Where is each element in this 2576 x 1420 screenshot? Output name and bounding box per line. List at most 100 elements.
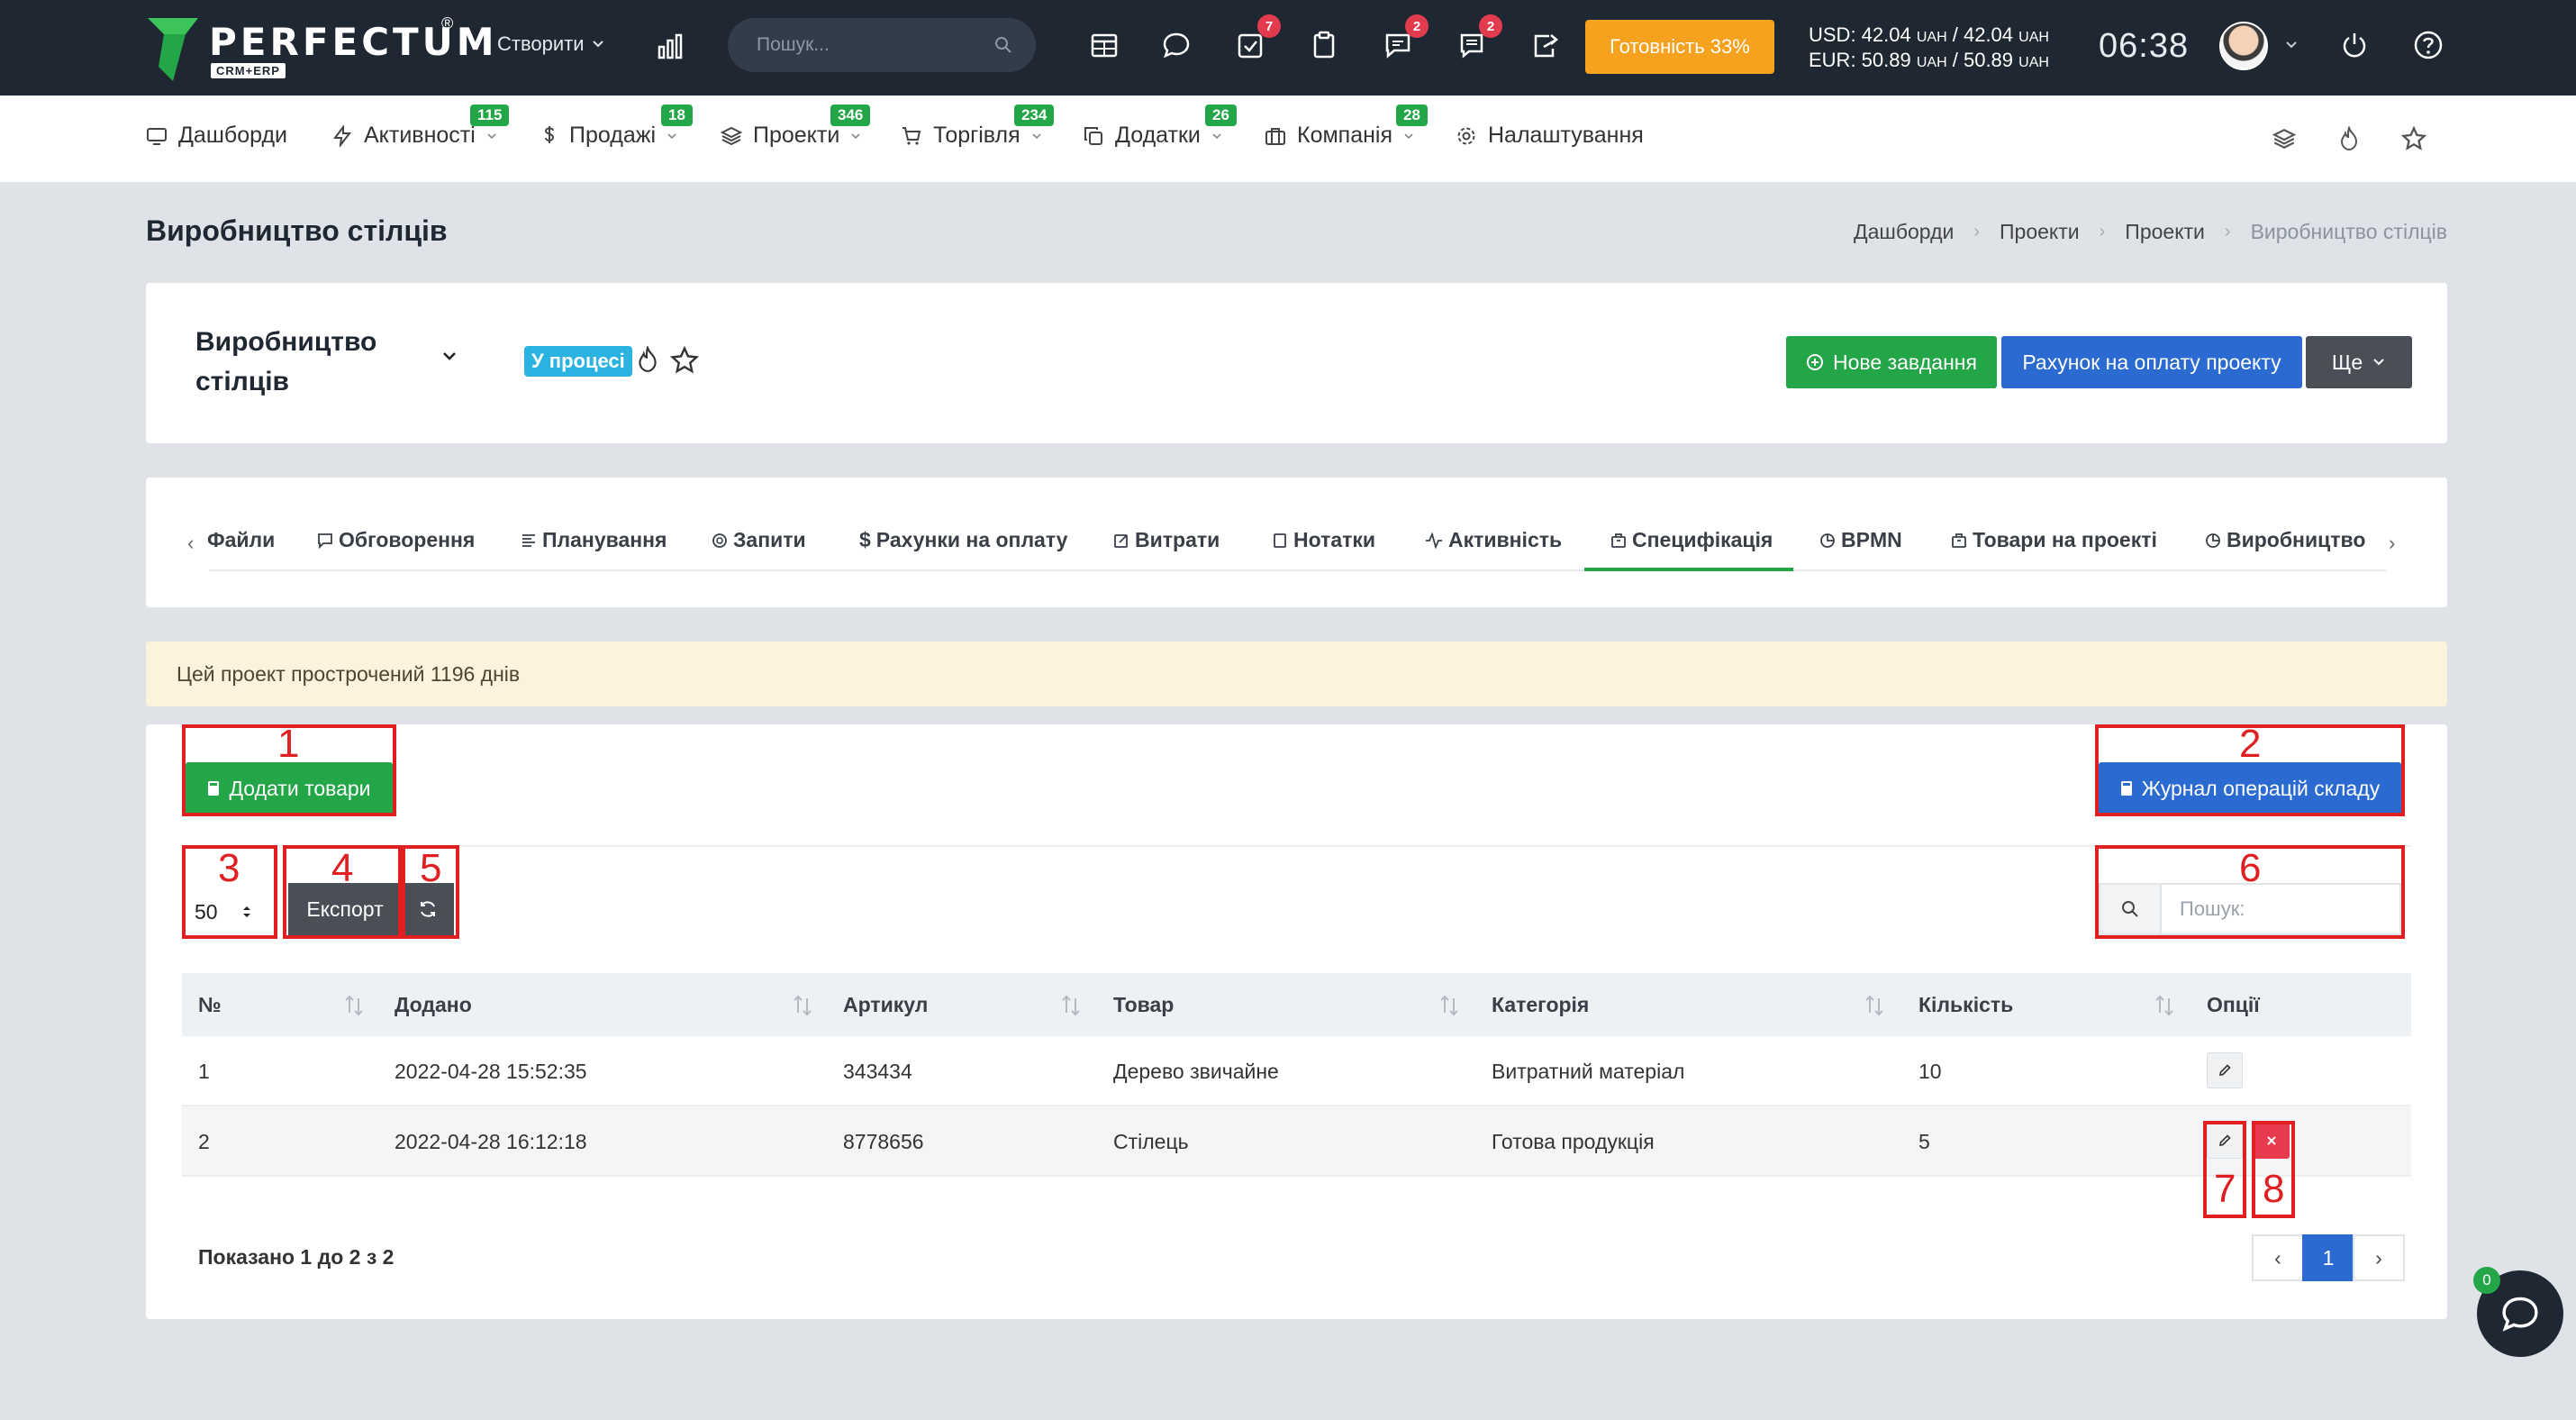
nav-label: Компанія <box>1297 123 1392 148</box>
table-header: № Додано Артикул Товар Категорія Кількіс… <box>182 973 2411 1036</box>
power-icon[interactable] <box>2336 27 2372 63</box>
column-header-category[interactable]: Категорія <box>1492 973 1589 1036</box>
column-header-sku[interactable]: Артикул <box>843 973 928 1036</box>
annotation-label-2: 2 <box>2239 722 2262 766</box>
nav-badge: 234 <box>1014 105 1055 126</box>
messages-icon[interactable]: 2 <box>1380 14 1429 63</box>
fire-icon[interactable] <box>636 346 659 373</box>
breadcrumb-item-projects[interactable]: Проекти <box>2000 220 2080 244</box>
book-icon <box>1274 532 1286 548</box>
clock: 06:38 <box>2099 27 2190 65</box>
column-header-number[interactable]: № <box>198 973 222 1036</box>
sort-icon[interactable] <box>1864 993 1884 1018</box>
overdue-alert: Цей проект прострочений 1196 днів <box>146 642 2447 706</box>
create-dropdown[interactable]: Створити <box>497 32 604 56</box>
project-invoice-button[interactable]: Рахунок на оплату проекту <box>2001 336 2302 388</box>
tab-expenses[interactable]: Витрати <box>1113 528 1220 552</box>
global-search[interactable] <box>728 18 1036 72</box>
nav-badge: 18 <box>661 105 693 126</box>
sort-icon[interactable] <box>2154 993 2174 1018</box>
tab-project-goods[interactable]: Товари на проекті <box>1951 528 2157 552</box>
help-icon[interactable] <box>2410 27 2446 63</box>
tab-production[interactable]: Виробництво <box>2205 528 2365 552</box>
tasks-check-icon[interactable]: 7 <box>1232 14 1281 63</box>
annotation-label-4: 4 <box>331 846 354 890</box>
chat-bubble-icon[interactable] <box>1158 27 1194 63</box>
sort-icon[interactable] <box>344 993 364 1018</box>
logo[interactable]: PERFECTUM ® CRM+ERP <box>146 14 494 83</box>
more-dropdown-button[interactable]: Ще <box>2306 336 2412 388</box>
project-name[interactable]: Виробництво стілців <box>195 323 376 402</box>
reports-chart-icon[interactable] <box>652 29 688 65</box>
sort-icon[interactable] <box>1439 993 1459 1018</box>
share-export-icon[interactable] <box>1528 27 1564 63</box>
nav-item-trade[interactable]: Торгівля 234 <box>901 105 1055 149</box>
nav-item-addons[interactable]: Додатки 26 <box>1083 105 1237 149</box>
star-icon[interactable] <box>2398 123 2430 155</box>
new-task-button[interactable]: Нове завдання <box>1786 336 1997 388</box>
cell-number: 2 <box>198 1129 210 1153</box>
star-icon[interactable] <box>670 346 699 375</box>
cart-icon <box>903 126 921 145</box>
nav-item-settings[interactable]: Налаштування <box>1456 123 1644 149</box>
specification-card: Додати товари Журнал операцій складу 50 … <box>146 724 2447 1319</box>
annotation-label-7: 7 <box>2214 1167 2236 1211</box>
tab-bpmn[interactable]: BPMN <box>1819 528 1902 552</box>
edit-row-button[interactable] <box>2207 1052 2243 1088</box>
tab-notes[interactable]: Нотатки <box>1272 528 1375 552</box>
tab-activity[interactable]: Активність <box>1425 528 1562 552</box>
column-header-product[interactable]: Товар <box>1113 973 1174 1036</box>
tabs-scroll-left-icon[interactable]: ‹ <box>187 532 194 555</box>
tab-planning[interactable]: Планування <box>521 528 667 552</box>
table-row: 2 2022-04-28 16:12:18 8778656 Стілець Го… <box>182 1106 2411 1177</box>
edit-square-icon <box>1114 533 1128 548</box>
chevron-down-icon <box>2373 359 2384 366</box>
project-switch-chevron-icon[interactable] <box>441 348 458 364</box>
layers-icon <box>721 126 742 145</box>
tab-specification[interactable]: Специфікація <box>1610 528 1773 552</box>
pagination-page-button[interactable]: 1 <box>2302 1234 2354 1281</box>
nav-label: Активності <box>364 123 476 148</box>
annotation-label-1: 1 <box>277 722 300 766</box>
clipboard-icon[interactable] <box>1306 27 1342 63</box>
cell-added: 2022-04-28 16:12:18 <box>395 1129 587 1153</box>
nav-item-company[interactable]: Компанія 28 <box>1265 105 1428 149</box>
sort-icon[interactable] <box>1061 993 1081 1018</box>
breadcrumb-separator: › <box>1973 222 1981 241</box>
cell-quantity: 10 <box>1918 1059 1942 1083</box>
layers-toggle-icon[interactable] <box>2268 123 2300 155</box>
nav-item-projects[interactable]: Проекти 346 <box>721 105 871 149</box>
tab-requests[interactable]: Запити <box>712 528 806 552</box>
sort-icon[interactable] <box>793 993 812 1018</box>
pagination-prev-button[interactable]: ‹ <box>2252 1234 2304 1281</box>
readiness-button[interactable]: Готовність 33% <box>1585 20 1774 74</box>
column-header-added[interactable]: Додано <box>395 973 472 1036</box>
tab-files[interactable]: Файли <box>207 528 275 552</box>
user-menu-chevron-icon[interactable] <box>2273 27 2309 63</box>
pagination-next-button[interactable]: › <box>2353 1234 2405 1281</box>
tabs-scroll-right-icon[interactable]: › <box>2389 532 2395 555</box>
tab-invoices[interactable]: $ Рахунки на оплату <box>859 528 1067 552</box>
calendar-icon[interactable] <box>1086 27 1122 63</box>
nav-item-sales[interactable]: Продажі 18 <box>540 105 693 149</box>
cell-quantity: 5 <box>1918 1129 1930 1153</box>
comments-icon[interactable]: 2 <box>1454 14 1502 63</box>
global-search-input[interactable] <box>757 34 973 56</box>
tab-discussions[interactable]: Обговорення <box>317 528 475 552</box>
cell-product: Стілець <box>1113 1129 1189 1153</box>
active-tab-indicator <box>1584 568 1793 571</box>
cell-sku: 343434 <box>843 1059 912 1083</box>
logo-mark-icon <box>148 18 198 81</box>
annotation-label-5: 5 <box>420 846 442 890</box>
chat-widget-button[interactable]: 0 <box>2473 1267 2563 1357</box>
chevron-down-icon <box>487 132 496 139</box>
currency-eur: EUR: 50.89 UAH / 50.89 UAH <box>1809 49 2049 71</box>
breadcrumb-item-projects-list[interactable]: Проекти <box>2125 220 2205 244</box>
column-header-quantity[interactable]: Кількість <box>1918 973 2013 1036</box>
avatar[interactable] <box>2219 22 2268 70</box>
breadcrumb-item-dashboards[interactable]: Дашборди <box>1854 220 1954 244</box>
fire-icon[interactable] <box>2333 123 2365 155</box>
nav-label: Налаштування <box>1488 123 1644 148</box>
nav-item-activities[interactable]: Активності 115 <box>331 105 510 149</box>
nav-item-dashboards[interactable]: Дашборди <box>146 123 287 149</box>
